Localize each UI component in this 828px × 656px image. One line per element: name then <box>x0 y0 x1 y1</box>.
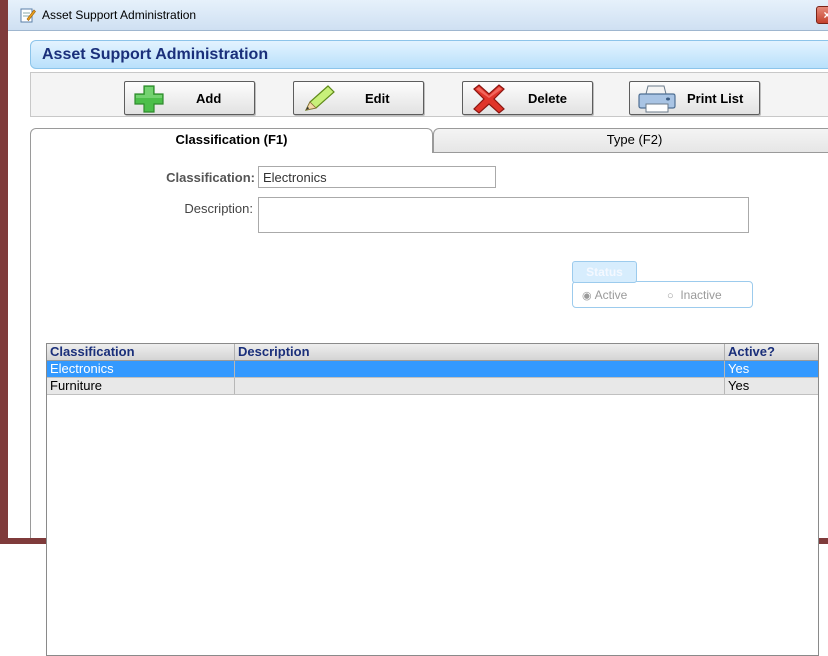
edit-button[interactable]: Edit <box>293 81 424 115</box>
add-button[interactable]: Add <box>124 81 255 115</box>
delete-button[interactable]: Delete <box>462 81 593 115</box>
toolbar: Add Edit Delete Print List <box>30 72 828 117</box>
cell-description <box>235 361 725 377</box>
status-inactive-radio[interactable]: ○ Inactive <box>667 288 722 302</box>
classification-panel: Classification: Electronics Description:… <box>30 152 828 656</box>
print-list-button[interactable]: Print List <box>629 81 760 115</box>
title-bar[interactable]: Asset Support Administration × <box>8 0 828 31</box>
table-row[interactable]: Furniture Yes <box>47 378 818 395</box>
add-label: Add <box>196 91 222 106</box>
cell-classification: Electronics <box>47 361 235 377</box>
classification-input[interactable]: Electronics <box>258 166 496 188</box>
classification-label: Classification: <box>166 170 255 185</box>
tab-classification[interactable]: Classification (F1) <box>30 128 433 153</box>
status-active-radio[interactable]: ◉ Active <box>582 288 627 302</box>
edit-label: Edit <box>365 91 390 106</box>
column-header-classification[interactable]: Classification <box>47 344 235 360</box>
app-icon <box>20 8 36 23</box>
classification-table: Classification Description Active? Elect… <box>46 343 819 656</box>
printer-icon <box>638 85 676 113</box>
description-input[interactable] <box>258 197 749 233</box>
column-header-active[interactable]: Active? <box>725 344 818 360</box>
status-group: ◉ Active ○ Inactive Status <box>572 261 753 308</box>
pencil-icon <box>304 85 335 111</box>
x-icon <box>473 84 505 114</box>
print-list-label: Print List <box>687 91 744 106</box>
page-header: Asset Support Administration <box>30 40 828 69</box>
cell-active: Yes <box>728 378 750 393</box>
main-content: Asset Support Administration Add Edit De… <box>16 31 828 656</box>
status-active-label: Active <box>594 288 628 302</box>
table-row[interactable]: Electronics Yes <box>47 361 818 378</box>
window-title: Asset Support Administration <box>42 8 197 22</box>
tab-container: Classification (F1) Type (F2) Classifica… <box>30 128 828 656</box>
cell-active: Yes <box>728 361 750 376</box>
page-title: Asset Support Administration <box>42 46 269 63</box>
plus-icon <box>134 85 164 113</box>
column-header-description[interactable]: Description <box>235 344 725 360</box>
radio-selected-icon: ◉ <box>582 290 592 302</box>
app-window: Asset Support Administration × Asset Sup… <box>0 0 828 656</box>
cell-classification: Furniture <box>47 378 235 394</box>
close-button[interactable]: × <box>816 6 828 24</box>
tab-type[interactable]: Type (F2) <box>433 128 828 152</box>
delete-label: Delete <box>528 91 568 106</box>
table-header: Classification Description Active? <box>47 344 818 361</box>
status-title: Status <box>572 261 637 283</box>
cell-description <box>235 378 725 394</box>
status-options: ◉ Active ○ Inactive <box>572 281 753 308</box>
radio-unselected-icon: ○ <box>667 290 674 302</box>
status-inactive-label: Inactive <box>680 288 722 302</box>
description-label: Description: <box>184 201 253 216</box>
